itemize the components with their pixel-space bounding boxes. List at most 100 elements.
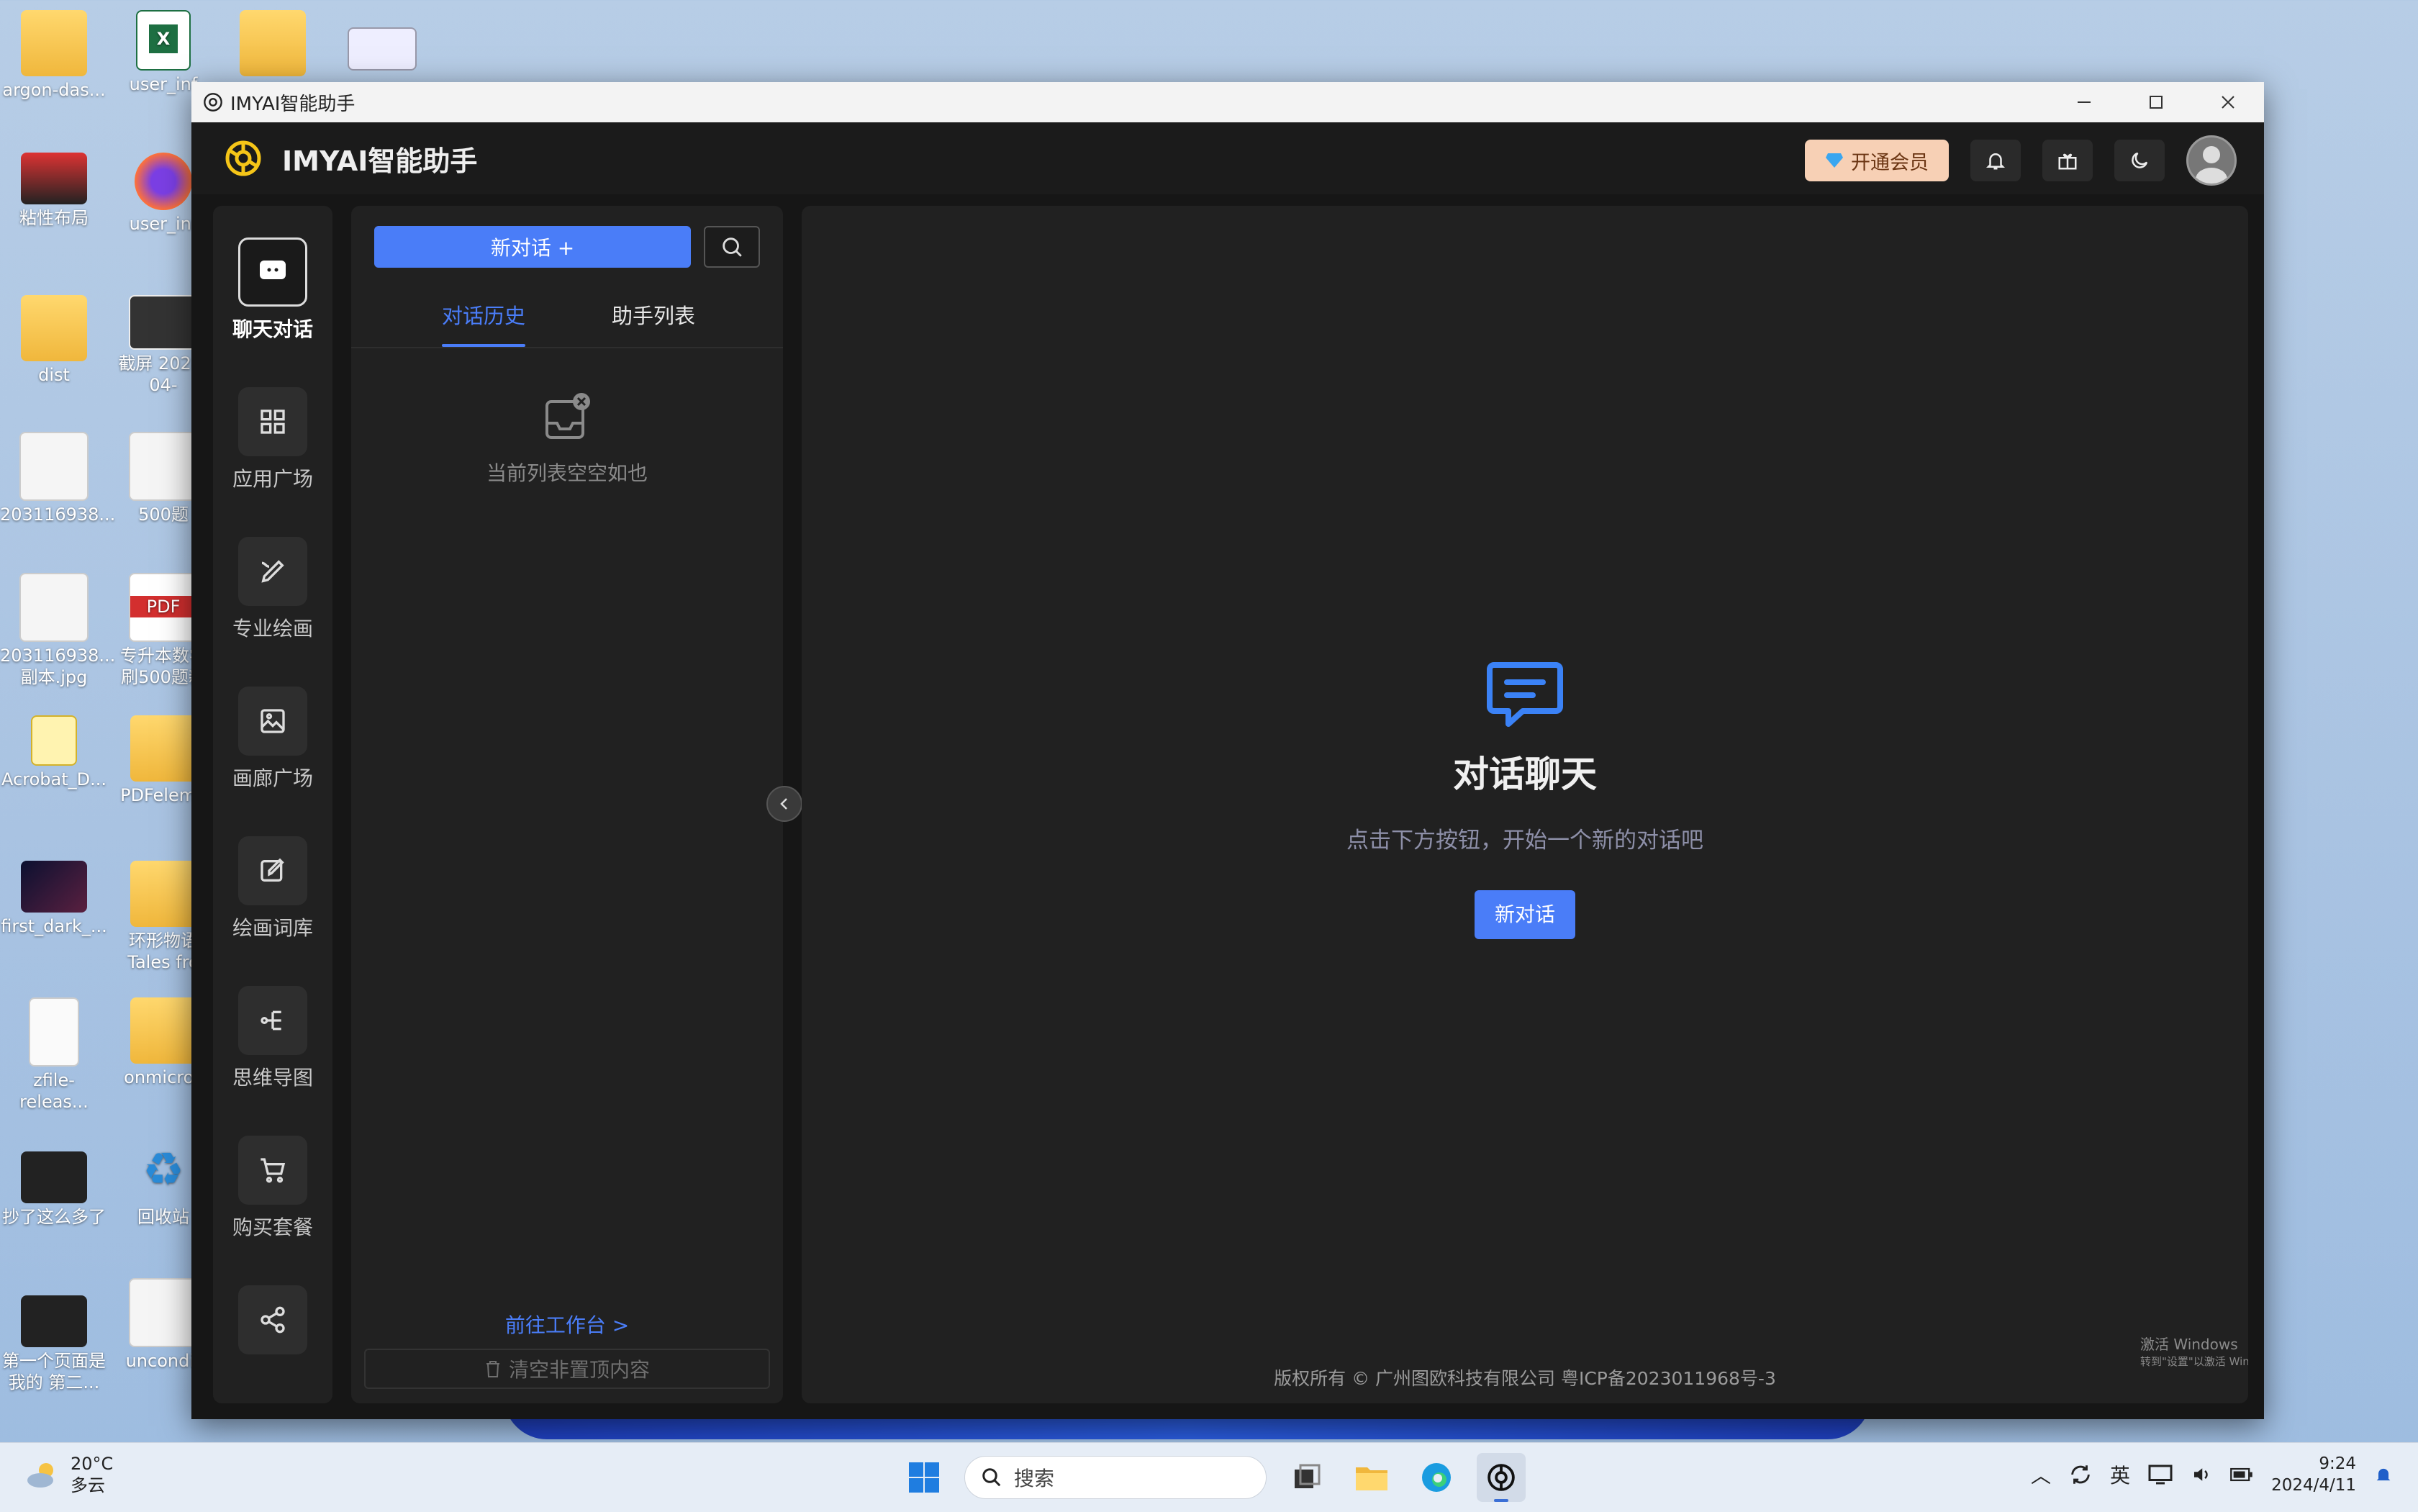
imyai-app-button[interactable] xyxy=(1477,1453,1526,1502)
desktop-icon-label: first_dark_... xyxy=(1,916,107,936)
network-icon[interactable] xyxy=(2147,1464,2173,1485)
desktop-icon[interactable]: 203116938... xyxy=(0,432,115,525)
search-button[interactable] xyxy=(704,226,760,268)
new-chat-button[interactable]: 新对话 + xyxy=(374,226,691,268)
vip-label: 开通会员 xyxy=(1851,151,1929,174)
desktop-icon[interactable] xyxy=(328,27,436,73)
window-titlebar[interactable]: IMYAI智能助手 xyxy=(191,82,2264,122)
desktop-icon[interactable]: first_dark_... xyxy=(0,861,108,937)
taskbar: 20°C 多云 搜索 ︿ 英 9:24 2024/4/11 xyxy=(0,1442,2418,1512)
chat-bubble-icon xyxy=(1487,662,1563,727)
edit-image-icon xyxy=(261,858,284,882)
speaker-icon[interactable] xyxy=(2191,1464,2212,1485)
desktop-icon-label: user_inf xyxy=(129,214,198,234)
taskbar-search[interactable]: 搜索 xyxy=(964,1456,1267,1499)
folder-icon xyxy=(21,10,87,76)
panel-tabs: 对话历史 助手列表 xyxy=(351,278,783,348)
sidebar-item-gallery[interactable]: 画廊广场 xyxy=(213,687,332,792)
start-button[interactable] xyxy=(900,1453,948,1502)
sidebar-item-share[interactable] xyxy=(213,1285,332,1362)
video-icon xyxy=(21,1151,87,1203)
task-view-button[interactable] xyxy=(1282,1453,1331,1502)
image-icon xyxy=(19,573,89,642)
desktop-icon[interactable]: 粘性布局 xyxy=(0,153,108,229)
history-panel: 新对话 + 对话历史 助手列表 当前列表空空如也 前往工作台 > 清空非置顶内容 xyxy=(351,206,783,1403)
gift-button[interactable] xyxy=(2042,140,2093,181)
sidebar-item-prompt-library[interactable]: 绘画词库 xyxy=(213,836,332,941)
start-new-chat-button[interactable]: 新对话 xyxy=(1475,890,1575,939)
desktop-icon[interactable]: 抄了这么多了 xyxy=(0,1151,108,1228)
minimize-icon xyxy=(2078,101,2091,103)
weather-temp: 20°C xyxy=(71,1454,114,1474)
brush-icon xyxy=(261,560,284,583)
desktop-icon-label: 环形物语 Tales fro xyxy=(127,931,199,972)
empty-text: 当前列表空空如也 xyxy=(486,461,648,485)
sidebar-item-purchase[interactable]: 购买套餐 xyxy=(213,1136,332,1241)
desktop-icon-label: 500题 xyxy=(138,504,189,525)
welcome-section: 对话聊天 点击下方按钮，开始一个新的对话吧 新对话 xyxy=(802,659,2248,939)
desktop-icon[interactable]: 203116938... 副本.jpg xyxy=(0,573,115,688)
maximize-button[interactable] xyxy=(2120,82,2192,122)
gallery-icon xyxy=(261,709,285,733)
weather-desc: 多云 xyxy=(71,1475,105,1495)
notification-button[interactable] xyxy=(1970,140,2021,181)
desktop-icon[interactable]: 第一个页面是 我的 第二... xyxy=(0,1295,108,1393)
ime-indicator[interactable]: 英 xyxy=(2110,1460,2130,1489)
desktop-icon[interactable]: zfile-releas... xyxy=(0,997,108,1113)
desktop-icon[interactable] xyxy=(219,10,327,79)
sidebar-item-painting[interactable]: 专业绘画 xyxy=(213,537,332,642)
chevron-left-icon xyxy=(780,798,787,810)
desktop-icon-label: Acrobat_D... xyxy=(1,769,107,789)
app-header: IMYAI智能助手 开通会员 xyxy=(191,122,2264,194)
desktop-icon[interactable]: dist xyxy=(0,295,108,386)
file-explorer-button[interactable] xyxy=(1347,1453,1396,1502)
sidebar-item-label: 专业绘画 xyxy=(232,617,313,640)
desktop-icon-label: zfile-releas... xyxy=(19,1070,89,1112)
taskbar-apps: 搜索 xyxy=(900,1453,1526,1502)
clear-label: 清空非置顶内容 xyxy=(508,1358,650,1382)
user-avatar[interactable] xyxy=(2186,135,2237,186)
system-clock[interactable]: 9:24 2024/4/11 xyxy=(2271,1453,2356,1496)
close-button[interactable] xyxy=(2192,82,2264,122)
window-title: IMYAI智能助手 xyxy=(230,93,356,115)
folder-icon xyxy=(21,295,87,361)
video-icon xyxy=(21,153,87,204)
folder-icon xyxy=(1356,1467,1387,1490)
desktop-icon[interactable]: argon-das... xyxy=(0,10,108,101)
battery-icon[interactable] xyxy=(2229,1466,2254,1483)
edge-browser-button[interactable] xyxy=(1412,1453,1461,1502)
theme-toggle-button[interactable] xyxy=(2114,140,2165,181)
tab-history[interactable]: 对话历史 xyxy=(442,299,526,347)
sidebar-item-chat[interactable]: 聊天对话 xyxy=(213,237,332,343)
avatar-icon xyxy=(2196,146,2227,184)
diamond-icon xyxy=(1826,153,1843,168)
sidebar-item-apps[interactable]: 应用广场 xyxy=(213,387,332,492)
sidebar-item-mindmap[interactable]: 思维导图 xyxy=(213,986,332,1091)
sidebar-nav: 聊天对话 应用广场 专业绘画 画廊广场 绘画词库 思维导图 购买套餐 xyxy=(213,206,332,1403)
desktop-icon-label: user_inf xyxy=(129,74,198,94)
desktop-icon[interactable]: Acrobat_D... xyxy=(0,715,108,790)
app-logo-icon xyxy=(225,140,261,176)
chat-icon xyxy=(260,261,286,279)
desktop-icon-label: 抄了这么多了 xyxy=(2,1207,106,1227)
watermark-line: 激活 Windows xyxy=(2140,1336,2238,1353)
collapse-panel-button[interactable] xyxy=(766,786,802,822)
clock-date: 2024/4/11 xyxy=(2271,1476,2356,1495)
tab-assistants[interactable]: 助手列表 xyxy=(612,299,695,330)
clear-unpinned-button[interactable]: 清空非置顶内容 xyxy=(364,1349,770,1389)
chevron-up-icon[interactable]: ︿ xyxy=(2031,1460,2051,1489)
desktop-icon-label: 回收站 xyxy=(137,1207,189,1227)
sidebar-item-label: 思维导图 xyxy=(232,1066,313,1090)
notification-bell-icon[interactable] xyxy=(2373,1464,2394,1485)
goto-workspace-link[interactable]: 前往工作台 > xyxy=(351,1310,783,1339)
minimize-button[interactable] xyxy=(2048,82,2120,122)
cart-icon xyxy=(261,1158,286,1183)
weather-widget[interactable]: 20°C 多云 xyxy=(24,1453,113,1496)
desktop-icon-label: 203116938... xyxy=(0,504,116,525)
windows-icon xyxy=(909,1462,939,1493)
search-placeholder: 搜索 xyxy=(1014,1467,1055,1490)
new-chat-label: 新对话 + xyxy=(490,236,575,260)
sync-icon[interactable] xyxy=(2068,1462,2093,1487)
vip-button[interactable]: 开通会员 xyxy=(1805,140,1949,181)
desktop-icon-label: 第一个页面是 我的 第二... xyxy=(2,1351,106,1393)
